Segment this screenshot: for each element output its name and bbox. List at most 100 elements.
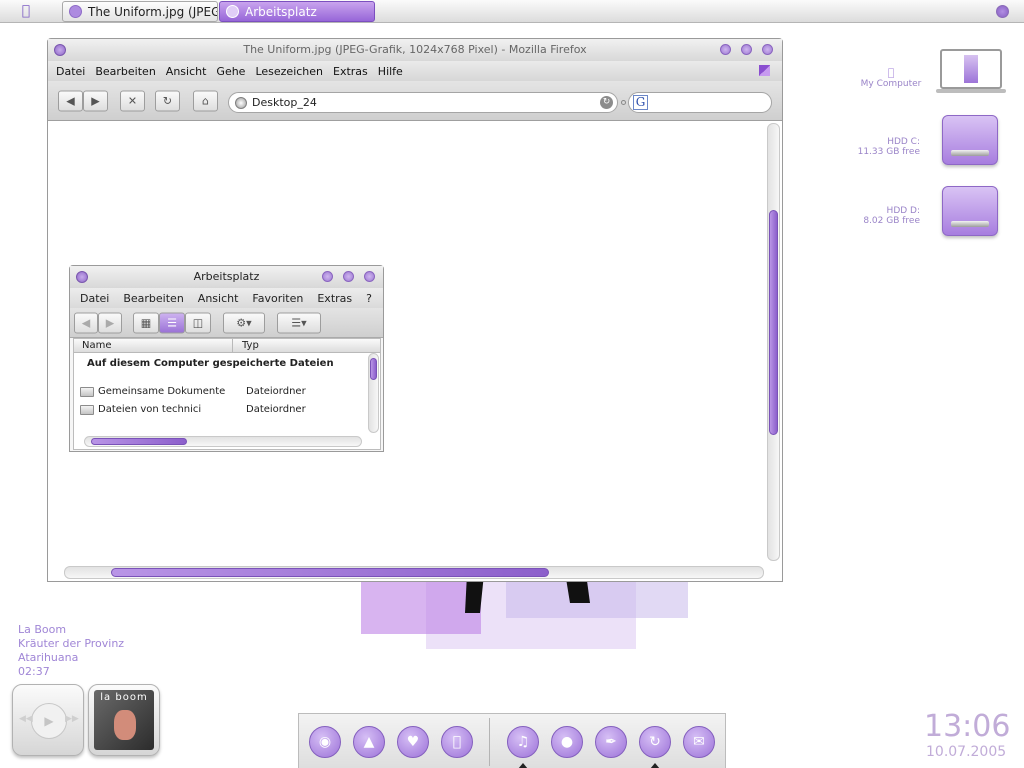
separator-dot-icon <box>621 100 626 105</box>
file-type: Dateiordner <box>246 386 306 397</box>
ex-vertical-scrollbar[interactable] <box>368 353 379 433</box>
ex-vertical-scroll-thumb[interactable] <box>370 358 377 380</box>
minimize-button[interactable] <box>720 44 731 55</box>
dock: ◉ ▲ ♥  ♫ ● ✒ ↻ ✉ <box>298 713 726 768</box>
apple-icon:  <box>860 66 922 79</box>
menu-bearbeiten[interactable]: Bearbeiten <box>95 65 155 78</box>
list-view-button[interactable]: ☰ <box>159 312 185 333</box>
forward-button[interactable]: ▶ <box>83 90 108 111</box>
running-indicator-icon <box>650 763 660 768</box>
mail-icon[interactable]: ✉ <box>683 726 715 758</box>
system-tray-icon[interactable] <box>996 5 1009 18</box>
column-type[interactable]: Typ <box>242 340 259 351</box>
maximize-button[interactable] <box>741 44 752 55</box>
folder-icon <box>80 386 94 397</box>
apple-icon[interactable]:  <box>441 726 473 758</box>
ex-menu-extras[interactable]: Extras <box>317 292 352 305</box>
close-button[interactable] <box>762 44 773 55</box>
action-menu-button[interactable]: ⚙▾ <box>223 312 265 333</box>
explorer-minimize-button[interactable] <box>322 271 333 282</box>
download-icon[interactable]: ▲ <box>353 726 385 758</box>
go-icon[interactable]: ↻ <box>600 96 613 109</box>
url-bar[interactable]: Desktop_24 ↻ <box>228 92 618 113</box>
google-icon[interactable]: G <box>633 95 648 110</box>
file-list-header: Name Typ <box>74 339 380 353</box>
refresh-icon[interactable]: ↻ <box>639 726 671 758</box>
reload-button[interactable]: ↻ <box>155 90 180 111</box>
heart-icon[interactable]: ♥ <box>397 726 429 758</box>
taskbar:  The Uniform.jpg (JPEG... Arbeitsplatz <box>0 0 1024 23</box>
hdd-d-label: HDD D: 8.02 GB free <box>852 206 920 226</box>
cover-text: la boom <box>100 692 148 703</box>
icon-view-button[interactable]: ▦ <box>133 312 159 333</box>
hdd-c-icon[interactable] <box>942 115 998 165</box>
menu-extras[interactable]: Extras <box>333 65 368 78</box>
url-text: Desktop_24 <box>252 96 317 109</box>
task-arbeitsplatz[interactable]: Arbeitsplatz <box>219 1 375 22</box>
menu-ansicht[interactable]: Ansicht <box>166 65 207 78</box>
file-name: Dateien von technici <box>98 404 202 415</box>
clock-time: 13:06 <box>924 709 1011 744</box>
back-button[interactable]: ◀ <box>58 90 83 111</box>
explorer-menubar: Datei Bearbeiten Ansicht Favoriten Extra… <box>70 288 383 308</box>
hdd-d-icon[interactable] <box>942 186 998 236</box>
previous-icon[interactable]: ◀◀ <box>19 714 33 724</box>
vertical-scroll-thumb[interactable] <box>769 210 778 435</box>
track-album: Kräuter der Provinz <box>18 637 125 650</box>
ex-menu-ansicht[interactable]: Ansicht <box>198 292 239 305</box>
menu-datei[interactable]: Datei <box>56 65 85 78</box>
ex-menu-datei[interactable]: Datei <box>80 292 109 305</box>
next-icon[interactable]: ▶▶ <box>65 714 79 724</box>
file-name: Gemeinsame Dokumente <box>98 386 226 397</box>
my-computer-label: My Computer <box>860 79 922 89</box>
play-icon[interactable]: ▶ <box>31 703 67 739</box>
list-item[interactable]: Dateien von technici Dateiordner <box>80 404 306 415</box>
ex-horizontal-scroll-thumb[interactable] <box>91 438 187 445</box>
search-bar[interactable]: G <box>628 92 772 113</box>
chat-icon[interactable]: ● <box>551 726 583 758</box>
ex-menu-help[interactable]: ? <box>366 292 372 305</box>
my-computer[interactable]:  My Computer <box>860 66 922 89</box>
track-title: La Boom <box>18 623 67 636</box>
column-view-button[interactable]: ◫ <box>185 312 211 333</box>
laptop-icon[interactable] <box>940 49 1002 89</box>
file-type: Dateiordner <box>246 404 306 415</box>
browser-icon[interactable]: ◉ <box>309 726 341 758</box>
hdd-d-free: 8.02 GB free <box>863 216 920 226</box>
music-icon[interactable]: ♫ <box>507 726 539 758</box>
arrange-menu-button[interactable]: ☰▾ <box>277 312 321 333</box>
navigation-toolbar: ◀ ▶ ✕ ↻ ⌂ Desktop_24 ↻ G <box>48 81 782 121</box>
track-time: 02:37 <box>18 665 50 678</box>
ex-forward-button[interactable]: ▶ <box>98 312 122 333</box>
ex-menu-bearbeiten[interactable]: Bearbeiten <box>123 292 183 305</box>
horizontal-scrollbar[interactable] <box>64 566 764 579</box>
menu-lesezeichen[interactable]: Lesezeichen <box>255 65 323 78</box>
menu-gehe[interactable]: Gehe <box>216 65 245 78</box>
throbber-icon <box>759 65 770 76</box>
explorer-maximize-button[interactable] <box>343 271 354 282</box>
ex-horizontal-scrollbar[interactable] <box>84 436 362 447</box>
stop-button[interactable]: ✕ <box>120 90 145 111</box>
task-firefox[interactable]: The Uniform.jpg (JPEG... <box>62 1 218 22</box>
ex-back-button[interactable]: ◀ <box>74 312 98 333</box>
explorer-close-button[interactable] <box>364 271 375 282</box>
home-button[interactable]: ⌂ <box>193 90 218 111</box>
horizontal-scroll-thumb[interactable] <box>111 568 549 577</box>
apple-menu-icon[interactable]:  <box>6 3 46 20</box>
firefox-task-icon <box>69 5 82 18</box>
explorer-title: Arbeitsplatz <box>193 270 260 283</box>
firefox-titlebar[interactable]: The Uniform.jpg (JPEG-Grafik, 1024x768 P… <box>48 39 782 61</box>
ex-menu-favoriten[interactable]: Favoriten <box>252 292 303 305</box>
album-cover[interactable]: la boom <box>88 684 160 756</box>
explorer-titlebar[interactable]: Arbeitsplatz <box>70 266 383 288</box>
player-control[interactable]: ▶ ◀◀ ▶▶ <box>12 684 84 756</box>
running-indicator-icon <box>518 763 528 768</box>
hdd-c-free: 11.33 GB free <box>857 147 920 157</box>
pen-icon[interactable]: ✒ <box>595 726 627 758</box>
column-name[interactable]: Name <box>82 340 112 351</box>
menu-hilfe[interactable]: Hilfe <box>378 65 403 78</box>
list-item[interactable]: Gemeinsame Dokumente Dateiordner <box>80 386 306 397</box>
now-playing: La Boom Kräuter der Provinz Atarihuana 0… <box>18 623 124 679</box>
hdd-c-label: HDD C: 11.33 GB free <box>852 137 920 157</box>
vertical-scrollbar[interactable] <box>767 123 780 561</box>
